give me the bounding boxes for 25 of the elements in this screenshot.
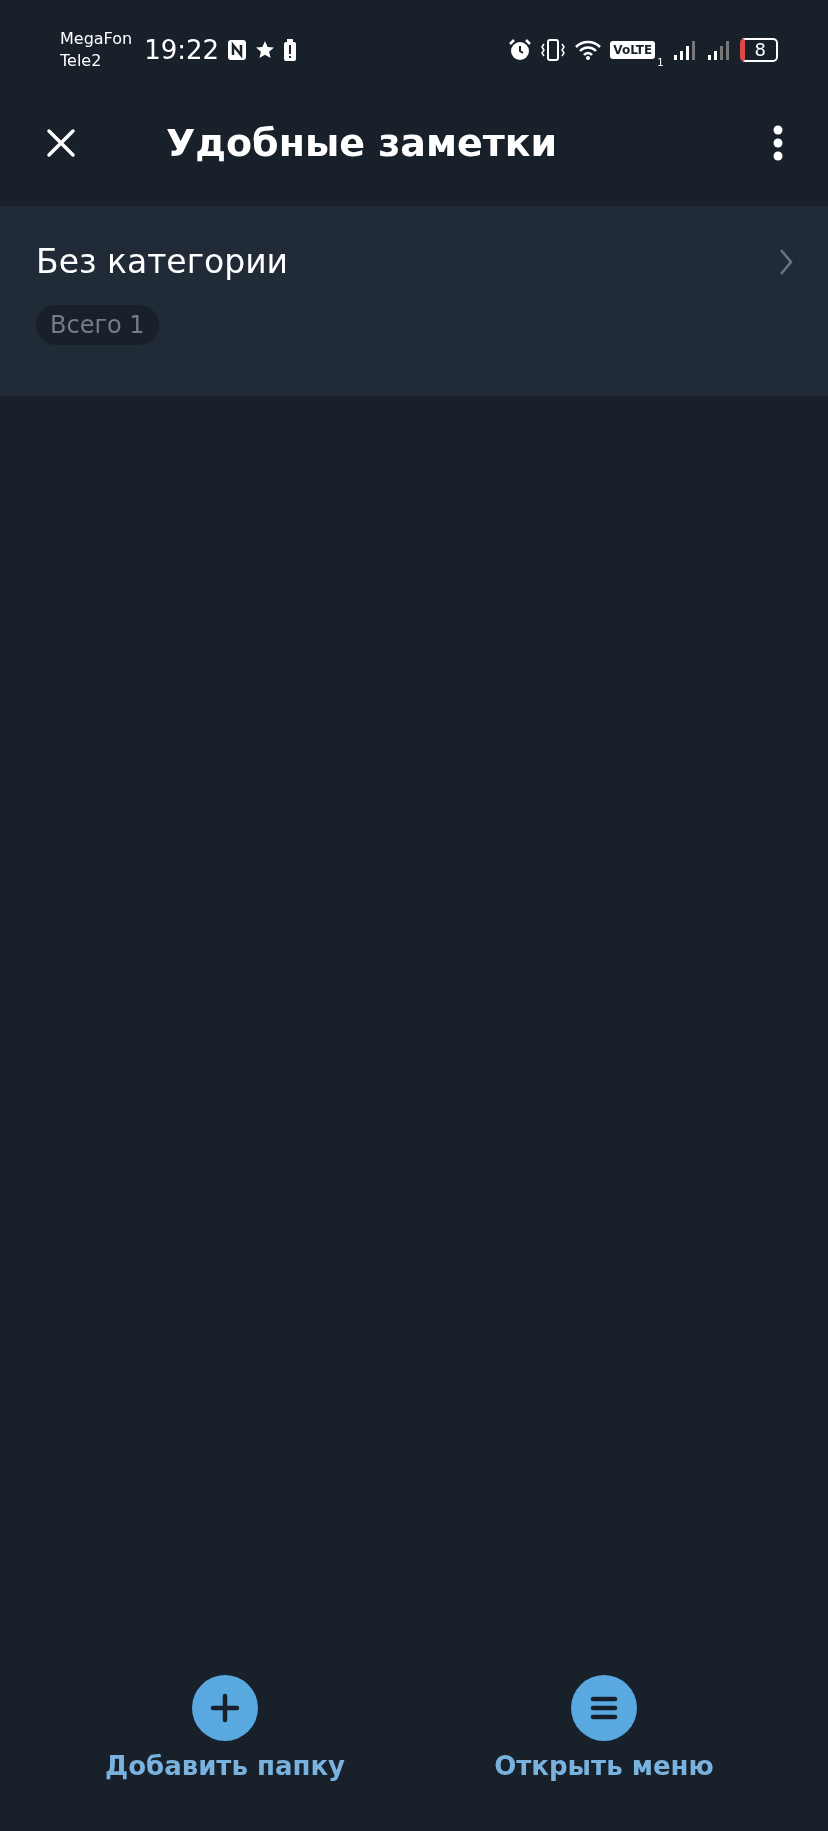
vibrate-icon (540, 38, 567, 62)
menu-icon (571, 1675, 637, 1741)
star-icon (255, 40, 276, 60)
chevron-right-icon (778, 247, 794, 276)
signal-icon (705, 39, 732, 61)
signal-icon (671, 39, 698, 61)
battery-level: 8 (739, 38, 778, 62)
plus-icon (192, 1675, 258, 1741)
clock-time: 19:22 (144, 35, 220, 65)
more-options-icon[interactable] (772, 125, 784, 161)
screen-title: Удобные заметки (166, 121, 558, 165)
sim-number: 1 (657, 57, 664, 68)
volte-badge: VoLTE (610, 41, 656, 59)
folder-name: Без категории (36, 242, 289, 281)
close-button[interactable] (44, 126, 78, 160)
wifi-icon (574, 39, 603, 61)
alarm-icon (508, 38, 533, 62)
note-count-badge: Всего 1 (36, 305, 159, 345)
battery-alert-icon (283, 39, 298, 61)
carrier-name: Tele2 (60, 50, 103, 72)
carrier-name: MegaFon (60, 28, 133, 50)
folder-row[interactable]: Без категории Всего 1 (0, 206, 828, 396)
nfc-icon (227, 39, 248, 61)
action-button[interactable]: Добавить папку (75, 1675, 375, 1781)
action-button[interactable]: Открыть меню (454, 1675, 754, 1781)
